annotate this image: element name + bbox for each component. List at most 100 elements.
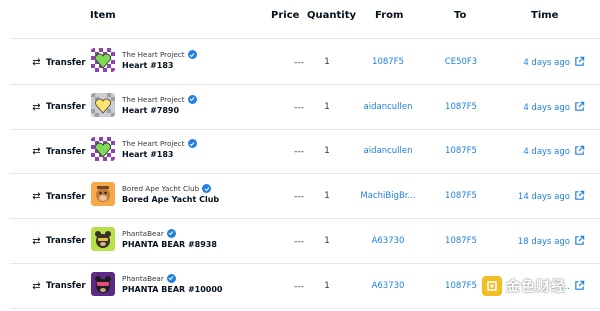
transfer-arrows-icon: ⇄ — [32, 235, 40, 247]
from-address-link[interactable]: aidancullen — [348, 102, 428, 112]
item-thumbnail[interactable] — [91, 137, 115, 162]
transfer-arrows-icon: ⇄ — [32, 280, 40, 292]
collection-name[interactable]: PhantaBear — [122, 274, 164, 283]
price-cell: --- — [294, 147, 304, 158]
time-label[interactable]: 14 days ago — [518, 192, 570, 202]
column-header-from: From — [375, 10, 404, 21]
event-label: Transfer — [46, 102, 86, 113]
verified-badge-icon — [187, 50, 197, 59]
collection-name[interactable]: The Heart Project — [122, 95, 185, 104]
column-header-quantity: Quantity — [307, 10, 356, 21]
quantity-cell: 1 — [324, 280, 330, 291]
event-label: Transfer — [46, 146, 86, 157]
event-cell: ⇄ Transfer — [30, 191, 86, 203]
to-address-link[interactable]: 1087F5 — [426, 191, 496, 201]
event-cell: ⇄ Transfer — [30, 235, 86, 247]
collection-name[interactable]: PhantaBear — [122, 229, 164, 238]
item-name-link[interactable]: Bored Ape Yacht Club — [122, 195, 219, 204]
item-thumbnail[interactable] — [91, 182, 115, 207]
to-address-link[interactable]: CE50F3 — [426, 57, 496, 67]
quantity-cell: 1 — [324, 191, 330, 202]
event-label: Transfer — [46, 236, 86, 247]
from-address-link[interactable]: MachiBigBr... — [348, 191, 428, 201]
quantity-cell: 1 — [324, 146, 330, 157]
price-cell: --- — [294, 281, 304, 292]
to-address-link[interactable]: 1087F5 — [426, 236, 496, 246]
event-cell: ⇄ Transfer — [30, 146, 86, 158]
transfer-arrows-icon: ⇄ — [32, 57, 40, 68]
verified-badge-icon — [187, 139, 197, 149]
external-link-icon[interactable] — [574, 235, 585, 249]
transfer-arrows-icon: ⇄ — [32, 101, 40, 113]
quantity-cell: 1 — [324, 101, 330, 112]
collection-link[interactable]: Bored Ape Yacht Club — [122, 184, 212, 194]
to-address-link[interactable]: 1087F5 — [426, 146, 496, 156]
external-link-icon[interactable] — [574, 190, 585, 204]
time-link[interactable]: 14 days ago — [500, 190, 585, 204]
event-cell: ⇄ Transfer — [30, 280, 86, 292]
collection-name[interactable]: The Heart Project — [122, 50, 185, 59]
column-header-to: To — [454, 10, 467, 21]
verified-badge-icon — [166, 273, 176, 283]
watermark: 金色财经 — [482, 276, 566, 296]
time-link[interactable]: 4 days ago — [500, 101, 585, 115]
time-label[interactable]: 18 days ago — [518, 237, 570, 247]
item-thumbnail[interactable] — [91, 226, 115, 251]
transfer-arrows-icon: ⇄ — [32, 146, 40, 158]
collection-link[interactable]: The Heart Project — [122, 94, 197, 104]
time-label[interactable]: 4 days ago — [523, 58, 570, 68]
item-thumbnail[interactable] — [91, 271, 115, 296]
time-link[interactable]: 18 days ago — [500, 235, 585, 249]
price-cell: --- — [294, 58, 304, 68]
column-header-time: Time — [531, 10, 559, 21]
verified-badge-icon — [187, 94, 197, 104]
verified-badge-icon — [166, 228, 176, 238]
from-address-link[interactable]: 1087F5 — [348, 57, 428, 67]
external-link-icon[interactable] — [574, 56, 585, 70]
price-cell: --- — [294, 192, 304, 203]
table-row[interactable]: ⇄ Transfer The Heart Project Heart #183 … — [10, 129, 600, 175]
event-label: Transfer — [46, 191, 86, 202]
event-cell: ⇄ Transfer — [30, 57, 86, 68]
item-thumbnail[interactable] — [91, 48, 115, 72]
column-header-price: Price — [271, 10, 300, 21]
event-label: Transfer — [46, 57, 86, 68]
verified-badge-icon — [202, 184, 212, 194]
column-header-item: Item — [90, 10, 116, 21]
collection-name[interactable]: The Heart Project — [122, 139, 185, 148]
table-row[interactable]: ⇄ Transfer Bored Ape Yacht Club Bored Ap… — [10, 174, 600, 220]
collection-link[interactable]: PhantaBear — [122, 228, 176, 238]
collection-link[interactable]: The Heart Project — [122, 50, 197, 59]
item-name-link[interactable]: Heart #183 — [122, 150, 173, 159]
from-address-link[interactable]: A63730 — [348, 236, 428, 246]
item-name-link[interactable]: Heart #183 — [122, 61, 173, 70]
external-link-icon[interactable] — [574, 145, 585, 159]
watermark-logo-icon — [482, 276, 502, 296]
external-link-icon[interactable] — [574, 280, 585, 294]
from-address-link[interactable]: aidancullen — [348, 146, 428, 156]
item-name-link[interactable]: PHANTA BEAR #8938 — [122, 240, 217, 249]
to-address-link[interactable]: 1087F5 — [426, 102, 496, 112]
item-name-link[interactable]: Heart #7890 — [122, 106, 179, 115]
from-address-link[interactable]: A63730 — [348, 281, 428, 291]
time-link[interactable]: 4 days ago — [500, 56, 585, 70]
quantity-cell: 1 — [324, 57, 330, 67]
collection-link[interactable]: The Heart Project — [122, 139, 197, 149]
transfer-arrows-icon: ⇄ — [32, 191, 40, 203]
event-label: Transfer — [46, 281, 86, 291]
collection-name[interactable]: Bored Ape Yacht Club — [122, 184, 199, 193]
item-name-link[interactable]: PHANTA BEAR #10000 — [122, 285, 223, 294]
table-row[interactable]: ⇄ Transfer PhantaBear PHANTA BEAR #8938 … — [10, 219, 600, 264]
item-thumbnail[interactable] — [91, 92, 115, 117]
time-label[interactable]: 4 days ago — [523, 147, 570, 157]
price-cell: --- — [294, 236, 304, 247]
price-cell: --- — [294, 102, 304, 113]
table-row[interactable]: ⇄ Transfer The Heart Project Heart #183 … — [10, 40, 600, 85]
collection-link[interactable]: PhantaBear — [122, 273, 176, 283]
quantity-cell: 1 — [324, 235, 330, 246]
watermark-text: 金色财经 — [506, 279, 566, 295]
table-row[interactable]: ⇄ Transfer The Heart Project Heart #7890… — [10, 85, 600, 130]
external-link-icon[interactable] — [574, 101, 585, 115]
time-label[interactable]: 4 days ago — [523, 103, 570, 113]
time-link[interactable]: 4 days ago — [500, 145, 585, 159]
